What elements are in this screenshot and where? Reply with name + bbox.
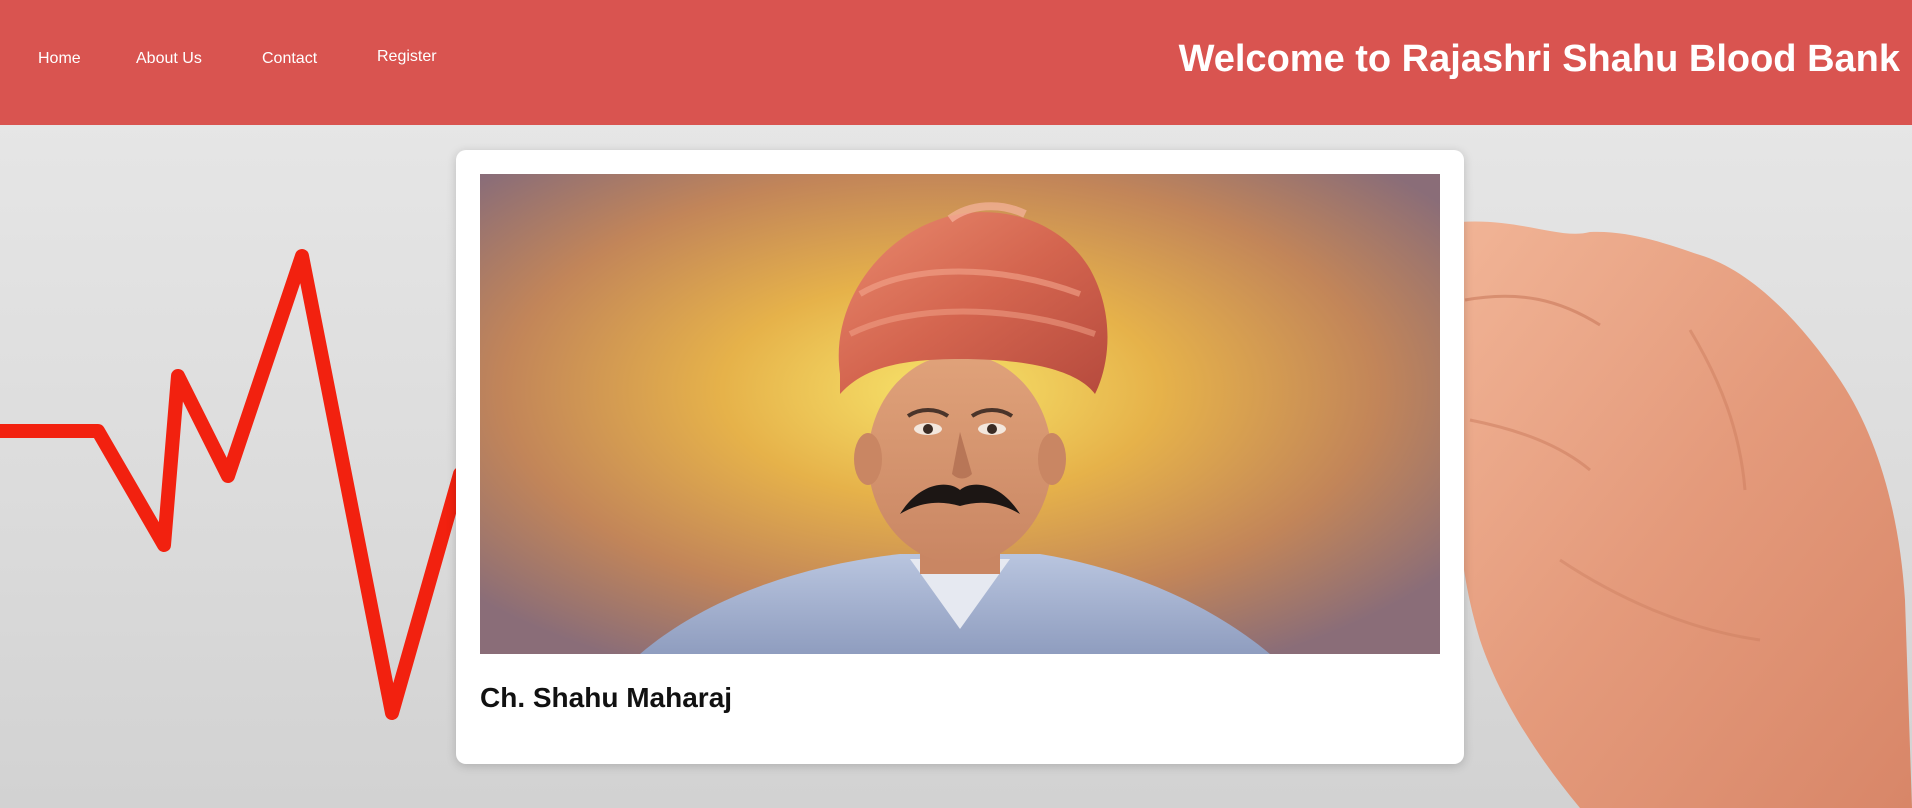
site-title: Welcome to Rajashri Shahu Blood Bank (1178, 38, 1900, 80)
nav-register-link[interactable]: Register (377, 48, 437, 66)
hand-image (1459, 221, 1912, 808)
nav-contact-link[interactable]: Contact (262, 50, 317, 68)
nav-home-link[interactable]: Home (38, 50, 81, 68)
portrait-image (480, 174, 1440, 654)
profile-card: Ch. Shahu Maharaj (456, 150, 1464, 764)
portrait-caption: Ch. Shahu Maharaj (480, 682, 733, 713)
nav-about-us-link[interactable]: About Us (136, 50, 202, 68)
heartbeat-line (0, 249, 467, 720)
top-navbar: Home About Us Contact Register Welcome t… (0, 0, 1912, 125)
